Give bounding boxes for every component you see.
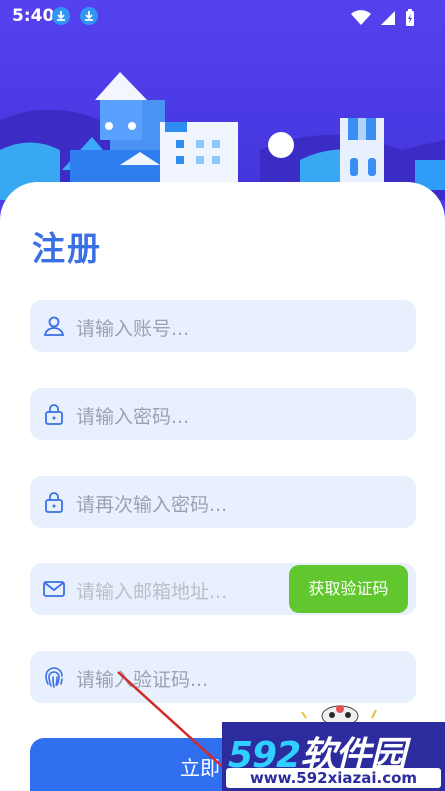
account-input[interactable]: 请输入账号... (30, 300, 416, 352)
email-placeholder: 请输入邮箱地址... (76, 581, 228, 603)
lock-icon (45, 492, 63, 513)
header-illustration: 5:40 (0, 0, 445, 200)
verification-code-input[interactable]: 请输入验证码... (30, 651, 416, 703)
password-placeholder: 请输入密码... (76, 406, 190, 428)
account-placeholder: 请输入账号... (76, 318, 190, 340)
status-icons (347, 7, 415, 27)
battery-icon (406, 8, 414, 26)
watermark-url: www.592xiazai.com (226, 768, 441, 788)
submit-button-label: 立即 (180, 756, 220, 780)
watermark-logo: 592软件园 www.592xiazai.com (222, 722, 445, 791)
user-icon (43, 316, 65, 336)
download-icon (80, 7, 98, 25)
mail-icon (43, 581, 65, 597)
status-bar: 5:40 (0, 0, 445, 32)
get-code-button[interactable]: 获取验证码 (289, 565, 408, 613)
lock-icon (45, 404, 63, 425)
confirm-password-input[interactable]: 请再次输入密码... (30, 476, 416, 528)
code-placeholder: 请输入验证码... (76, 669, 209, 691)
password-input[interactable]: 请输入密码... (30, 388, 416, 440)
confirm-password-placeholder: 请再次输入密码... (76, 494, 228, 516)
download-icon (52, 7, 70, 25)
wifi-icon (350, 9, 371, 25)
fingerprint-icon (45, 667, 63, 688)
page-title: 注册 (32, 229, 102, 268)
city-scene-illustration (0, 72, 445, 200)
signal-icon (380, 10, 395, 25)
status-time: 5:40 (12, 6, 55, 26)
